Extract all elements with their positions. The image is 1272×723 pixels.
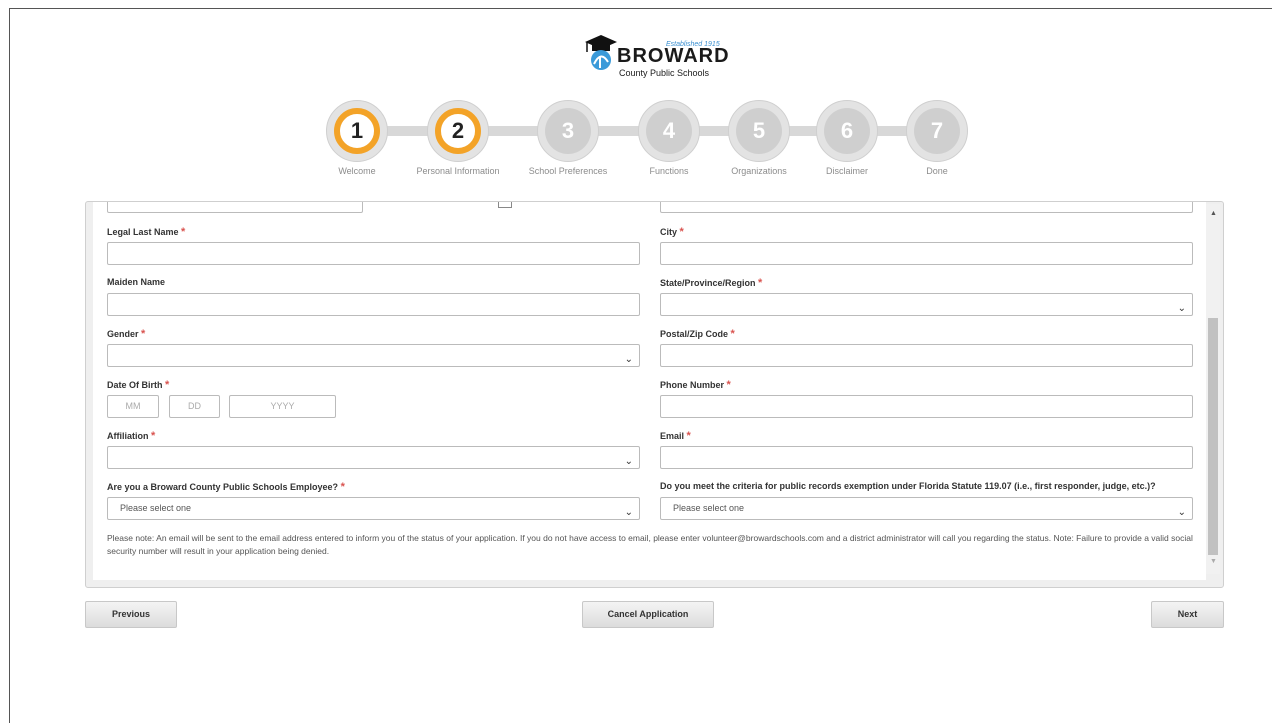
step-welcome: 1 Welcome [326,100,388,176]
chevron-down-icon: ⌄ [624,507,633,518]
previous-button[interactable]: Previous [85,601,177,628]
chevron-down-icon: ⌄ [624,354,633,365]
step-number: 3 [545,108,591,154]
dob-month-input[interactable]: MM [107,395,159,418]
employee-select[interactable]: Please select one ⌄ [107,497,640,520]
form-card: Legal Last Name * Maiden Name Gender * ⌄… [85,201,1224,588]
step-done: 7 Done [906,100,968,176]
scroll-down-icon[interactable]: ▼ [1210,558,1217,565]
brand-subtitle: County Public Schools [619,68,710,78]
step-number: 1 [334,108,380,154]
step-school-preferences: 3 School Preferences [529,100,607,176]
step-disclaimer: 6 Disclaimer [816,100,878,176]
legal-last-name-input[interactable] [107,242,640,265]
step-number: 5 [736,108,782,154]
graduation-cap-icon [585,35,617,70]
step-number: 6 [824,108,870,154]
step-personal-information: 2 Personal Information [416,100,500,176]
zip-input[interactable] [660,344,1193,367]
broward-logo: Established 1915 BROWARD County Public S… [582,28,742,78]
first-name-input-partial[interactable] [107,202,363,213]
cancel-application-button[interactable]: Cancel Application [582,601,714,628]
phone-input[interactable] [660,395,1193,418]
checkbox-partial[interactable] [498,202,512,208]
application-note: Please note: An email will be sent to th… [107,533,1193,556]
phone-label: Phone Number * [660,379,731,391]
exemption-question-label: Do you meet the criteria for public reco… [660,481,1156,491]
gender-label: Gender * [107,328,146,340]
step-functions: 4 Functions [638,100,700,176]
dob-day-input[interactable]: DD [169,395,220,418]
form-scroll-area[interactable]: Legal Last Name * Maiden Name Gender * ⌄… [93,202,1206,580]
maiden-name-label: Maiden Name [107,277,166,287]
next-button[interactable]: Next [1151,601,1224,628]
step-label: Done [926,166,948,176]
city-input[interactable] [660,242,1193,265]
step-number: 7 [914,108,960,154]
chevron-down-icon: ⌄ [624,456,633,467]
legal-last-name-label: Legal Last Name * [107,226,186,238]
step-organizations: 5 Organizations [728,100,790,176]
affiliation-select[interactable]: ⌄ [107,446,640,469]
employee-question-label: Are you a Broward County Public Schools … [107,481,345,493]
dob-label: Date Of Birth * [107,379,170,391]
progress-stepper: 1 Welcome 2 Personal Information 3 Schoo… [320,100,980,180]
affiliation-label: Affiliation * [107,430,156,442]
chevron-down-icon: ⌄ [1177,507,1186,518]
step-number: 2 [435,108,481,154]
step-number: 4 [646,108,692,154]
city-label: City * [660,226,684,238]
address-input-partial[interactable] [660,202,1193,213]
chevron-down-icon: ⌄ [1177,303,1186,314]
scrollbar-thumb[interactable] [1208,318,1218,555]
state-label: State/Province/Region * [660,277,763,289]
email-input[interactable] [660,446,1193,469]
brand-name: BROWARD [617,45,730,67]
dob-year-input[interactable]: YYYY [229,395,336,418]
form-scrollbar[interactable]: ▲ ▼ [1206,204,1220,574]
exemption-select[interactable]: Please select one ⌄ [660,497,1193,520]
scroll-up-icon[interactable]: ▲ [1210,210,1217,217]
gender-select[interactable]: ⌄ [107,344,640,367]
zip-label: Postal/Zip Code * [660,328,735,340]
state-select[interactable]: ⌄ [660,293,1193,316]
maiden-name-input[interactable] [107,293,640,316]
email-label: Email * [660,430,691,442]
